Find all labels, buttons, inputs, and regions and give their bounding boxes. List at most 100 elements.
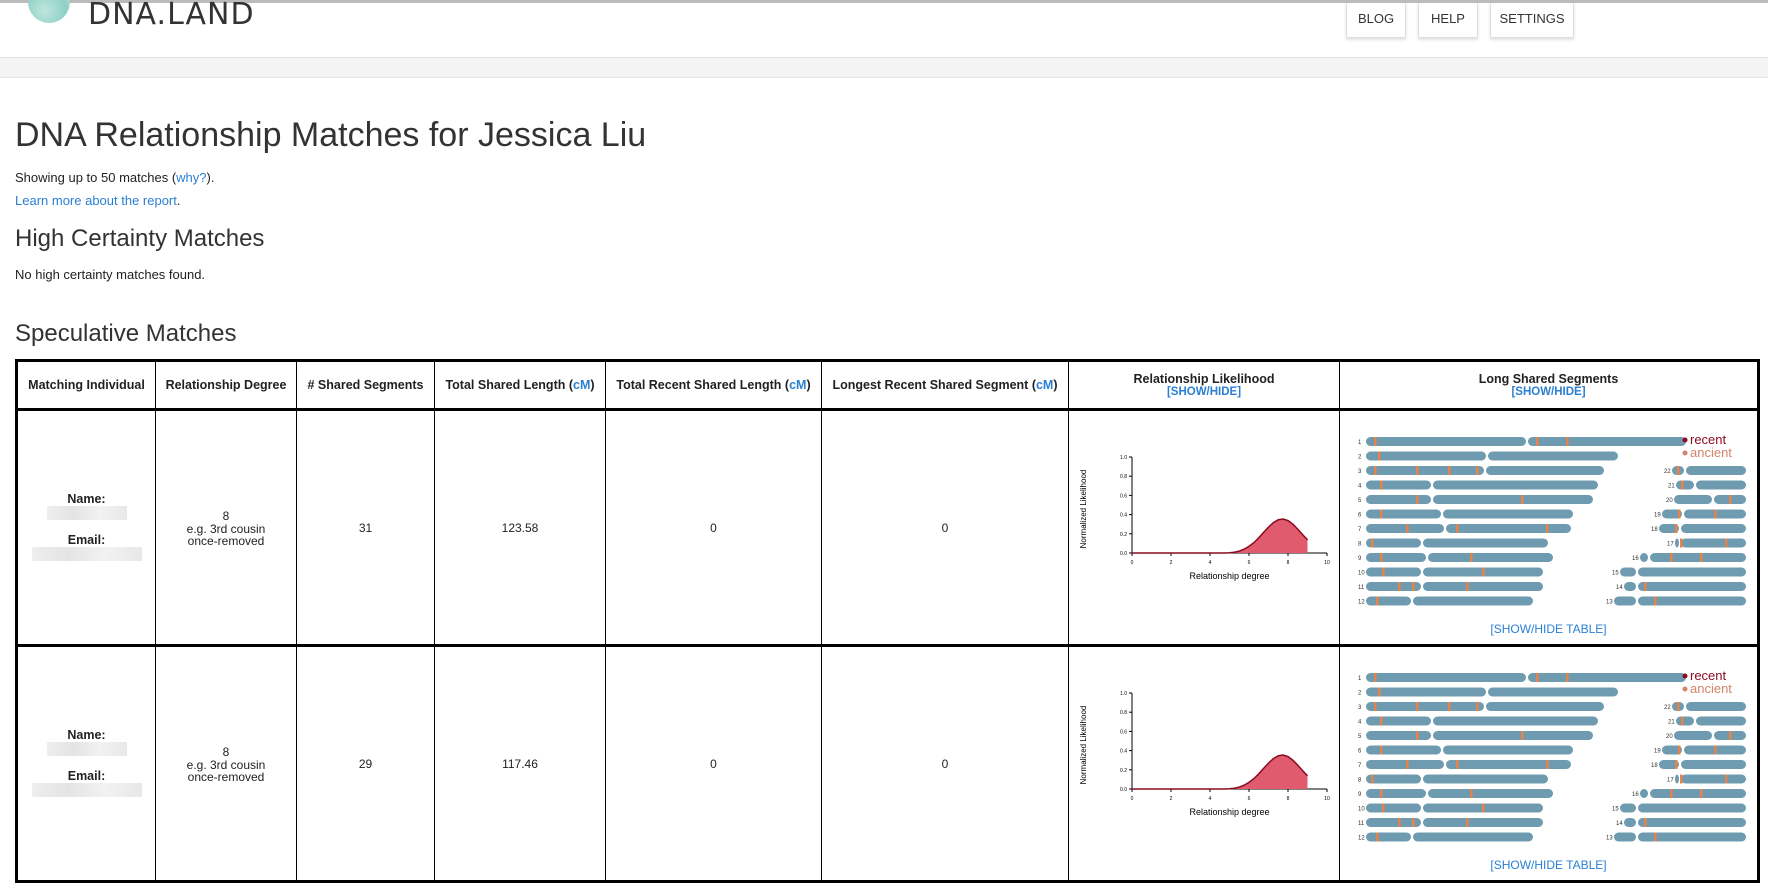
plot-x-tick-label: 8 (1287, 796, 1290, 802)
shared-segments-cell: 31 (296, 408, 435, 646)
redacted-email[interactable] (31, 546, 142, 561)
relationship-likelihood-cell: Normalized Likelihood Relationship degree… (1068, 644, 1340, 882)
degree-value: 8 (222, 744, 230, 759)
chromosome-arm (1445, 524, 1571, 533)
likelihood-show-hide-link[interactable]: [SHOW/HIDE] (1069, 386, 1339, 398)
shared-segment (1465, 818, 1468, 827)
header-total-recent-shared-length: Total Recent Shared Length (cM) (605, 360, 822, 410)
chromosome-arm (1623, 582, 1636, 591)
plot-y-tick-label: 0.4 (1120, 748, 1127, 754)
chromosome-arm (1680, 760, 1746, 769)
subheader-bar (0, 58, 1768, 78)
shared-segment (1643, 582, 1646, 591)
plot-x-tick-label: 4 (1209, 796, 1212, 802)
recent-legend-dot-icon (1682, 673, 1687, 679)
chromosome-arm (1485, 466, 1604, 475)
plot-x-label: Relationship degree (1189, 571, 1269, 581)
chromosome-arm (1365, 509, 1441, 519)
plot-x-tick-label: 8 (1287, 560, 1290, 566)
chromosome-arm (1365, 480, 1431, 490)
ancient-legend-dot-icon (1682, 686, 1687, 692)
chromosome-label: 15 (1612, 807, 1619, 813)
chromosome-arm (1365, 567, 1421, 577)
shared-segment (1370, 774, 1373, 784)
plot-y-tick-label: 0.8 (1120, 474, 1127, 480)
chromosome-label: 20 (1666, 498, 1673, 504)
chromosome-label: 2 (1358, 455, 1362, 461)
plot-x-label: Relationship degree (1189, 807, 1269, 817)
top-navigation-bar: DNA.LAND BLOG HELP SETTINGS (0, 0, 1768, 58)
header-shared-segments: # Shared Segments (296, 360, 435, 410)
chromosome-arm (1680, 524, 1746, 533)
why-link[interactable]: why? (176, 170, 206, 185)
chromosome-label: 1 (1358, 676, 1362, 682)
chromosome-arm (1649, 553, 1746, 562)
cm-link[interactable]: cM (789, 378, 806, 392)
email-label: Email: (67, 532, 106, 547)
plot-y-tick-label: 0.6 (1120, 729, 1127, 735)
shared-segment (1520, 731, 1523, 740)
shared-segment (1377, 687, 1380, 697)
page-title: DNA Relationship Matches for Jessica Liu (15, 116, 647, 154)
degree-example: e.g. 3rd cousin once-removed (186, 757, 266, 784)
plot-x-tick-label: 4 (1209, 560, 1212, 566)
cm-link[interactable]: cM (1036, 378, 1053, 392)
header-close-paren: ) (806, 378, 811, 392)
shared-segment (1674, 760, 1677, 769)
show-hide-table-link[interactable]: [SHOW/HIDE TABLE] (1340, 622, 1757, 636)
dna-land-logo-icon[interactable] (28, 0, 70, 23)
shared-segment (1379, 716, 1382, 726)
nav-settings-button[interactable]: SETTINGS (1490, 3, 1574, 38)
shared-segment (1545, 524, 1548, 533)
cm-link[interactable]: cM (573, 378, 590, 392)
chromosome-arm (1674, 774, 1679, 784)
chromosome-arm (1365, 466, 1484, 475)
plot-y-label: Normalized Likelihood (1079, 469, 1088, 548)
redacted-email[interactable] (31, 782, 142, 797)
shared-segment (1373, 466, 1376, 475)
relationship-degree-cell: 8 e.g. 3rd cousin once-removed (155, 408, 297, 646)
plot-x-tick-label: 2 (1170, 560, 1173, 566)
shared-segment (1379, 745, 1382, 755)
likelihood-plot: Normalized Likelihood Relationship degree… (1079, 691, 1330, 817)
plot-x-tick-label: 6 (1248, 560, 1251, 566)
chromosome-label: 22 (1664, 705, 1671, 711)
plot-y-tick-label: 0.0 (1120, 787, 1127, 793)
chromosome-label: 10 (1358, 807, 1365, 813)
chromosome-arm (1365, 673, 1526, 682)
show-hide-table-link[interactable]: [SHOW/HIDE TABLE] (1340, 858, 1757, 872)
header-total-shared-length: Total Shared Length (cM) (434, 360, 606, 410)
nav-help-button[interactable]: HELP (1418, 3, 1478, 38)
plot-x-tick-label: 0 (1131, 560, 1134, 566)
chromosome-label: 16 (1632, 792, 1639, 798)
chromosome-label: 3 (1358, 705, 1362, 711)
chromosome-arm (1365, 451, 1486, 461)
shared-segment (1370, 538, 1373, 548)
shared-segment (1713, 745, 1716, 755)
shared-segment (1475, 466, 1478, 475)
logo-text[interactable]: DNA.LAND (88, 0, 255, 32)
learn-more-link[interactable]: Learn more about the report (15, 193, 177, 208)
chromosome-arm (1432, 716, 1598, 726)
shared-segment (1405, 760, 1408, 769)
plot-y-tick-label: 0.4 (1120, 512, 1127, 518)
shared-segment (1415, 702, 1418, 711)
chromosome-arm (1674, 538, 1679, 548)
chromosome-arm (1639, 553, 1648, 562)
chromosome-arm (1637, 567, 1746, 577)
chromosome-label: 4 (1358, 720, 1362, 726)
chromosome-arm (1613, 596, 1636, 606)
shared-segment (1379, 789, 1382, 798)
shared-segment (1676, 702, 1679, 711)
longest-recent-segment-cell: 0 (821, 644, 1069, 882)
ancient-legend-dot-icon (1682, 450, 1687, 456)
showing-text: Showing up to 50 matches (why?). (15, 170, 214, 185)
shared-segments-cell: 29 (296, 644, 435, 882)
chromosome-arm (1675, 716, 1694, 726)
chromosome-arm (1422, 774, 1548, 784)
chromosome-arm (1695, 480, 1746, 490)
shared-segment (1565, 437, 1568, 446)
nav-blog-button[interactable]: BLOG (1346, 3, 1406, 38)
segments-show-hide-link[interactable]: [SHOW/HIDE] (1340, 386, 1757, 398)
name-label: Name: (67, 491, 106, 506)
